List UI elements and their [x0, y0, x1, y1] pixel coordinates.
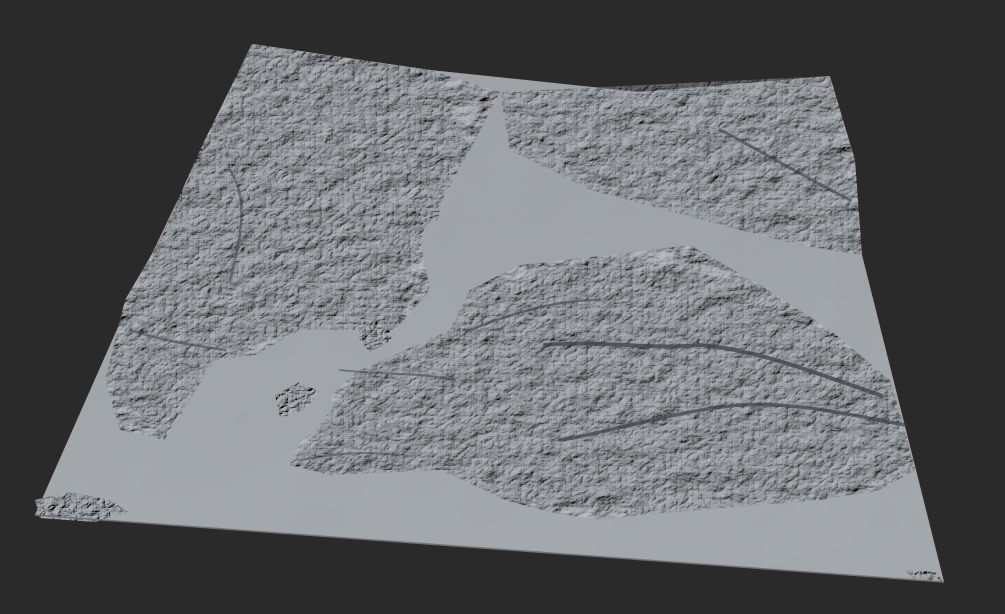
terrain-mesh[interactable]: [0, 0, 1005, 614]
viewport-3d[interactable]: [0, 0, 1005, 614]
